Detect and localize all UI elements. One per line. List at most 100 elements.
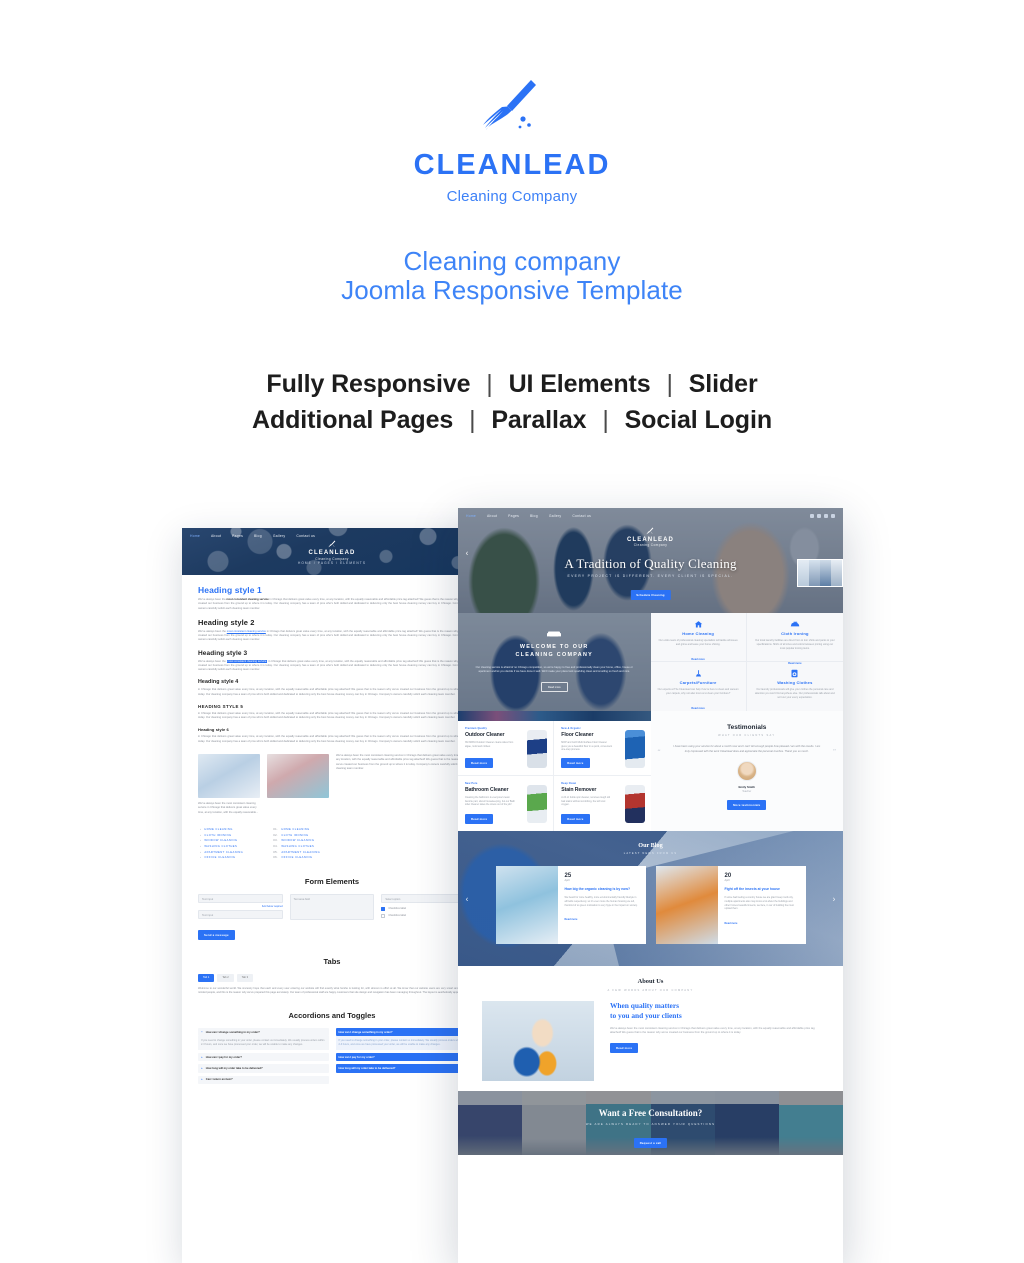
blog-post-title[interactable]: How big the organic cleaning is by now? bbox=[565, 887, 639, 892]
about-photo bbox=[482, 1001, 594, 1081]
product-text: 3M 38334 Outdoor Cleaner cleans sides fr… bbox=[465, 741, 515, 748]
product-read-more-button[interactable]: Read more bbox=[561, 758, 589, 768]
service-text: Our local laundry facilities are direct … bbox=[754, 639, 836, 651]
nav-item-home[interactable]: Home bbox=[190, 534, 200, 538]
nav-item-pages[interactable]: Pages bbox=[232, 534, 243, 538]
list-item[interactable]: 04.WASHING CLOTHES bbox=[273, 844, 320, 850]
google-plus-icon[interactable] bbox=[824, 514, 828, 518]
service-card-home-cleaning[interactable]: Home Cleaning Our entire team of profess… bbox=[651, 613, 747, 662]
text-input[interactable]: Text input bbox=[198, 894, 283, 903]
text-input-2[interactable]: Text input bbox=[198, 910, 283, 919]
welcome-title: WELCOME TO OUR CLEANING COMPANY bbox=[470, 643, 639, 660]
nav-item-blog[interactable]: Blog bbox=[530, 514, 538, 518]
accordion-item[interactable]: +How can I pay for my order? bbox=[198, 1053, 329, 1061]
nav-item-gallery[interactable]: Gallery bbox=[273, 534, 286, 538]
service-read-more[interactable]: Read more bbox=[691, 707, 704, 710]
nav-item-about[interactable]: About bbox=[487, 514, 497, 518]
nav-item-home[interactable]: Home bbox=[466, 514, 476, 518]
rss-icon[interactable] bbox=[831, 514, 835, 518]
accordion-item[interactable]: −How can I change something in my order?… bbox=[198, 1028, 329, 1050]
nav-item-contact-us[interactable]: Contact us bbox=[296, 534, 315, 538]
tab-1[interactable]: Tab 1 bbox=[198, 974, 214, 982]
product-read-more-button[interactable]: Read more bbox=[465, 814, 493, 824]
tab-bar[interactable]: Tab 1 Tab 2 Tab 3 bbox=[198, 974, 466, 982]
product-card-floor-cleaner[interactable]: New & Organic Floor Cleaner MOP and GLO … bbox=[554, 721, 650, 776]
select-option[interactable]: Select option bbox=[381, 894, 466, 903]
hero-title: A Tradition of Quality Cleaning bbox=[458, 556, 843, 572]
send-message-button[interactable]: Send a message bbox=[198, 930, 235, 940]
about-read-more-button[interactable]: Read more bbox=[610, 1043, 638, 1053]
list-item[interactable]: ›OFFICE CLEANING bbox=[200, 855, 243, 861]
accordion-item[interactable]: +How long will my order take to be deliv… bbox=[198, 1064, 329, 1072]
accordion-item[interactable]: How can I pay for my order? bbox=[336, 1053, 467, 1061]
nav-item-pages[interactable]: Pages bbox=[508, 514, 519, 518]
accordion-body: If you need to change something in your … bbox=[198, 1036, 329, 1050]
tab-3[interactable]: Tab 3 bbox=[237, 974, 253, 982]
heading-paragraph: in Chicago that delivers great value eve… bbox=[198, 712, 466, 721]
accordion-header[interactable]: −How can I change something in my order? bbox=[198, 1028, 329, 1036]
para-lead: We've always been the bbox=[198, 598, 226, 601]
nav-item-about[interactable]: About bbox=[211, 534, 221, 538]
site-nav[interactable]: Home About Pages Blog Gallery Contact us bbox=[458, 508, 843, 523]
product-card-stain-remover[interactable]: Deep Clean Stain Remover A 24 oz bottle … bbox=[554, 776, 650, 831]
checkbox-box bbox=[381, 907, 385, 911]
accordion-item[interactable]: How long will my order take to be delive… bbox=[336, 1064, 467, 1072]
list-item[interactable]: ›WASHING CLOTHES bbox=[200, 844, 243, 850]
list-item[interactable]: 06.OFFICE CLEANING bbox=[273, 855, 320, 861]
blog-next-arrow-icon[interactable]: › bbox=[829, 894, 839, 903]
slider-prev-arrow-icon[interactable]: ‹ bbox=[462, 549, 472, 558]
para-link[interactable]: most consistent cleaning service bbox=[227, 630, 266, 633]
accordion-header[interactable]: How long will my order take to be delive… bbox=[336, 1064, 467, 1072]
textarea-field[interactable]: Text area field bbox=[290, 894, 375, 920]
promo-header: CLEANLEAD Cleaning Company Cleaning comp… bbox=[0, 0, 1024, 438]
heading-section-2: Heading style 2 We've always been the mo… bbox=[198, 618, 466, 643]
blog-prev-arrow-icon[interactable]: ‹ bbox=[462, 894, 472, 903]
facebook-icon[interactable] bbox=[810, 514, 814, 518]
ui-elements-page-mockup[interactable]: Home About Pages Blog Gallery Contact us… bbox=[182, 528, 482, 1263]
slider-thumbnail[interactable] bbox=[797, 559, 843, 587]
request-call-button[interactable]: Request a call bbox=[634, 1138, 668, 1148]
site-nav[interactable]: Home About Pages Blog Gallery Contact us bbox=[182, 528, 482, 543]
checkbox-1[interactable]: Checkbox label bbox=[381, 907, 466, 911]
accordion-header[interactable]: +How can I pay for my order? bbox=[198, 1053, 329, 1061]
hero-slider[interactable]: Home About Pages Blog Gallery Contact us bbox=[458, 508, 843, 613]
accordion-header[interactable]: +Can I return an item? bbox=[198, 1076, 329, 1084]
service-card-carpets-furniture[interactable]: Carpets/Furniture Our experts at The Cle… bbox=[651, 662, 747, 711]
blog-post-read-more[interactable]: Read more bbox=[565, 918, 578, 921]
service-read-more[interactable]: Read more bbox=[691, 658, 704, 661]
accordion-header[interactable]: +How long will my order take to be deliv… bbox=[198, 1064, 329, 1072]
blog-post-card[interactable]: 20 April Fight off the insects at your h… bbox=[656, 866, 806, 944]
product-read-more-button[interactable]: Read more bbox=[465, 758, 493, 768]
blog-post-card[interactable]: 25 April How big the organic cleaning is… bbox=[496, 866, 646, 944]
welcome-read-more-button[interactable]: Read more bbox=[541, 682, 568, 692]
accordion-header[interactable]: How can I pay for my order? bbox=[336, 1053, 467, 1061]
nav-item-blog[interactable]: Blog bbox=[254, 534, 262, 538]
feature-slider: Slider bbox=[689, 370, 758, 398]
more-testimonials-button[interactable]: More testimonials bbox=[727, 800, 766, 810]
accordion-header[interactable]: How can I change something in my order? bbox=[336, 1028, 467, 1036]
about-text: We've always been the most consistent cl… bbox=[610, 1027, 819, 1036]
service-card-washing-clothes[interactable]: Washing Clothes Our laundry professional… bbox=[747, 662, 843, 711]
iron-icon bbox=[754, 620, 836, 628]
nav-item-gallery[interactable]: Gallery bbox=[549, 514, 562, 518]
product-card-bathroom-cleaner[interactable]: New Pure Bathroom Cleaner Cleaning the b… bbox=[458, 776, 554, 831]
about-section: About Us A FEW WORDS ABOUT OUR COMPANY W… bbox=[458, 966, 843, 1091]
blog-post-title[interactable]: Fight off the insects at your house bbox=[725, 887, 799, 892]
blog-post-read-more[interactable]: Read more bbox=[725, 922, 738, 925]
accordion-item[interactable]: +Can I return an item? bbox=[198, 1076, 329, 1084]
twitter-icon[interactable] bbox=[817, 514, 821, 518]
service-title: Home Cleaning bbox=[658, 631, 739, 636]
social-links[interactable] bbox=[810, 514, 835, 518]
checkbox-2[interactable]: Checkbox label bbox=[381, 914, 466, 918]
product-read-more-button[interactable]: Read more bbox=[561, 814, 589, 824]
tab-2[interactable]: Tab 2 bbox=[217, 974, 233, 982]
home-page-mockup[interactable]: Home About Pages Blog Gallery Contact us bbox=[458, 508, 843, 1263]
feature-parallax: Parallax bbox=[491, 406, 586, 434]
testimonials-subtitle: WHAT OUR CLIENTS SAY bbox=[663, 734, 832, 737]
product-card-outdoor-cleaner[interactable]: Premium Quality Outdoor Cleaner 3M 38334… bbox=[458, 721, 554, 776]
breadcrumb[interactable]: HOME / PAGES / ELEMENTS bbox=[298, 561, 366, 565]
schedule-cleaning-button[interactable]: Schedule Cleaning bbox=[630, 590, 670, 600]
service-card-cloth-ironing[interactable]: Cloth Ironing Our local laundry faciliti… bbox=[747, 613, 843, 662]
nav-item-contact-us[interactable]: Contact us bbox=[572, 514, 591, 518]
accordion-item[interactable]: How can I change something in my order? … bbox=[336, 1028, 467, 1050]
